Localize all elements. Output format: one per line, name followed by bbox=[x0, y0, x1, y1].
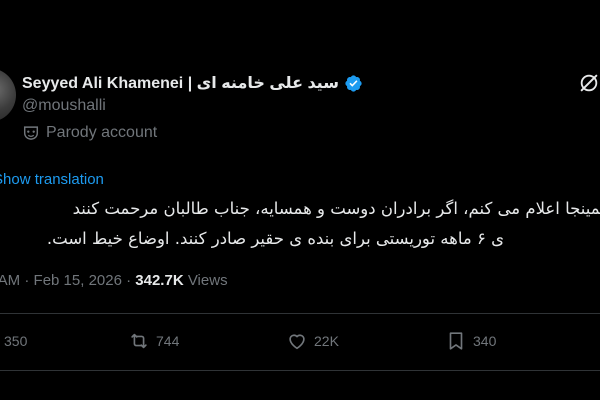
parody-label-text: Parody account bbox=[46, 124, 158, 141]
like-button[interactable]: 22K bbox=[286, 330, 339, 352]
bookmark-count: 340 bbox=[473, 333, 497, 349]
author-handle[interactable]: @moushalli bbox=[22, 97, 106, 115]
post-text-line: ی ۶ ماهه توریستی برای بنده ی حقیر صادر ک… bbox=[46, 229, 504, 248]
views-count: 342.7K bbox=[135, 272, 184, 289]
repost-count: 744 bbox=[156, 333, 180, 349]
views-label: Views bbox=[187, 272, 228, 289]
parody-mask-icon bbox=[23, 126, 39, 140]
reply-count: 350 bbox=[4, 333, 28, 349]
avatar[interactable] bbox=[0, 68, 16, 122]
meta-separator: · bbox=[24, 272, 30, 289]
post-detail: Seyyed Ali Khamenei | سید علی خامنه ای @… bbox=[0, 0, 600, 400]
grok-icon[interactable] bbox=[578, 72, 600, 94]
meta-separator: · bbox=[126, 272, 132, 289]
author-name-row: Seyyed Ali Khamenei | سید علی خامنه ای bbox=[22, 72, 363, 94]
bookmark-button[interactable]: 340 bbox=[445, 330, 496, 352]
post-time[interactable]: 0 AM bbox=[0, 272, 20, 289]
repost-icon bbox=[131, 333, 147, 349]
post-text: همینجا اعلام می کنم، اگر برادران دوست و … bbox=[0, 194, 600, 254]
bookmark-icon bbox=[449, 332, 463, 350]
verified-badge-icon bbox=[345, 74, 362, 92]
action-bar: 350 744 22K 340 bbox=[0, 330, 600, 356]
repost-button[interactable]: 744 bbox=[128, 330, 179, 352]
post-metadata: 0 AM · Feb 15, 2026 · 342.7K Views bbox=[0, 272, 228, 289]
like-count: 22K bbox=[314, 333, 339, 349]
parody-account-label: Parody account bbox=[22, 124, 157, 142]
divider bbox=[0, 370, 600, 371]
reply-button[interactable]: 350 bbox=[0, 330, 27, 352]
heart-icon bbox=[289, 334, 305, 350]
divider bbox=[0, 313, 600, 314]
show-translation-link[interactable]: Show translation bbox=[0, 171, 104, 188]
post-date[interactable]: Feb 15, 2026 bbox=[34, 272, 122, 289]
post-text-line: همینجا اعلام می کنم، اگر برادران دوست و … bbox=[72, 199, 600, 218]
author-display-name[interactable]: Seyyed Ali Khamenei | سید علی خامنه ای bbox=[22, 73, 339, 93]
